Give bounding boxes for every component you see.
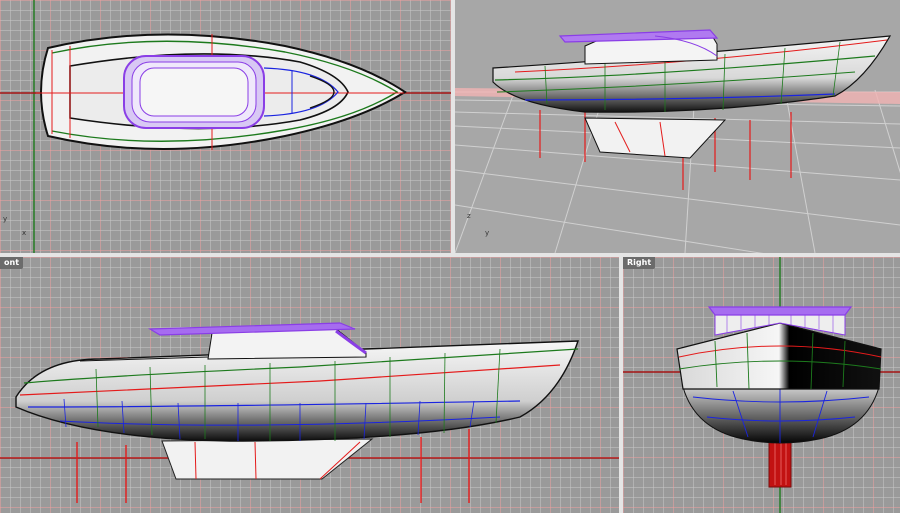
viewport-top[interactable]: y x [0,0,451,253]
viewport-divider-vertical-bottom[interactable] [619,257,623,513]
viewport-divider-vertical-top[interactable] [451,0,455,253]
viewport-front[interactable]: ont [0,257,619,513]
hull-right-view[interactable] [623,257,900,513]
viewport-label-front[interactable]: ont [0,257,24,269]
hull-top-view[interactable] [0,0,451,253]
axis-z-label: z [467,212,471,220]
viewport-right[interactable]: Right [623,257,900,513]
hull-front-view[interactable] [0,257,619,513]
axis-x-label: x [22,229,27,237]
viewport-divider-horizontal[interactable] [0,253,900,257]
hull-perspective-view[interactable] [455,0,900,253]
axis-y-label: y [3,215,8,223]
axis-y-label: y [485,229,490,237]
viewport-label-right[interactable]: Right [623,257,656,269]
viewport-perspective[interactable]: z y [455,0,900,253]
